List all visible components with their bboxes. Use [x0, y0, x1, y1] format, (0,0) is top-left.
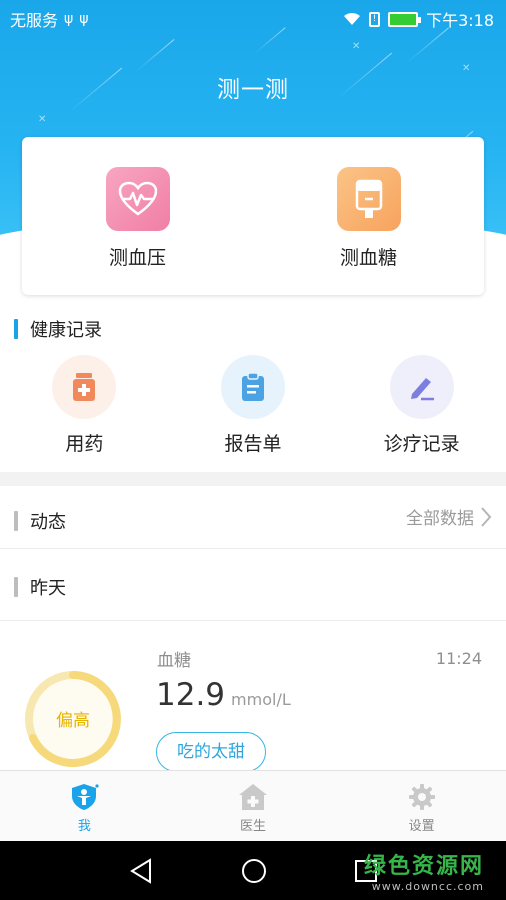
sim-alert-icon: !	[369, 11, 381, 27]
health-records-title: 健康记录	[30, 320, 102, 341]
edit-pen-icon	[389, 355, 454, 419]
medicine-bottle-icon	[52, 355, 117, 419]
record-diagnosis-button[interactable]: 诊疗记录	[337, 355, 506, 456]
reading-unit: mmol/L	[231, 690, 291, 709]
health-records-heading: 健康记录	[14, 316, 102, 342]
glucose-meter-icon	[336, 167, 401, 231]
carrier-text: 无服务	[10, 11, 59, 30]
record-report-label: 报告单	[224, 433, 282, 455]
bottom-tab-bar: 我 医生 设置	[0, 770, 506, 841]
measure-card: 测血压 测血糖	[22, 137, 484, 295]
feed-title: 动态	[30, 512, 66, 533]
heart-rate-icon	[105, 167, 170, 231]
measure-blood-pressure-button[interactable]: 测血压	[22, 137, 253, 295]
measure-blood-pressure-label: 测血压	[108, 247, 166, 269]
reading-note-tag[interactable]: 吃的太甜	[156, 732, 266, 772]
usb-icon: ψ	[64, 11, 74, 27]
usb-icon: ψ	[79, 11, 89, 27]
home-icon[interactable]	[240, 857, 268, 885]
page-title: 测一测	[217, 77, 289, 103]
measure-blood-glucose-label: 测血糖	[339, 247, 397, 269]
see-all-label: 全部数据	[406, 509, 474, 529]
wifi-icon	[344, 12, 361, 25]
measure-blood-glucose-button[interactable]: 测血糖	[253, 137, 484, 295]
section-marker	[14, 577, 18, 597]
tab-settings-label: 设置	[408, 819, 435, 834]
back-icon[interactable]	[128, 857, 154, 885]
person-shield-icon	[72, 784, 99, 810]
section-marker	[14, 511, 18, 531]
watermark-title: 绿色资源网	[363, 854, 484, 879]
tab-me-label: 我	[77, 819, 91, 834]
record-report-button[interactable]: 报告单	[169, 355, 338, 456]
divider	[0, 620, 506, 621]
section-marker	[14, 319, 18, 339]
reading-value: 12.9	[156, 677, 226, 713]
status-label: 偏高	[56, 711, 90, 731]
watermark: 绿色资源网 www.downcc.com	[364, 848, 484, 893]
see-all-data-link[interactable]: 全部数据	[406, 504, 492, 529]
reading-type: 血糖	[157, 651, 191, 671]
record-medication-button[interactable]: 用药	[0, 355, 169, 456]
gear-icon	[408, 784, 435, 810]
hospital-icon	[238, 784, 267, 810]
health-records-list: 用药 报告单 诊疗记录	[0, 355, 506, 456]
reading-value-row: 12.9 mmol/L	[156, 677, 291, 713]
status-bar: 无服务 ψ ψ ! 下午3:18	[0, 0, 506, 34]
clock: 下午3:18	[426, 11, 494, 30]
tab-doctor-label: 医生	[239, 819, 266, 834]
date-group-label: 昨天	[30, 578, 66, 599]
feed-heading: 动态	[14, 508, 66, 534]
watermark-url: www.downcc.com	[371, 880, 484, 893]
divider	[0, 548, 506, 549]
tab-settings[interactable]: 设置	[337, 771, 506, 841]
chevron-right-icon	[481, 506, 492, 527]
tab-me[interactable]: 我	[0, 771, 169, 841]
record-medication-label: 用药	[65, 433, 104, 455]
reading-time: 11:24	[435, 649, 482, 668]
record-diagnosis-label: 诊疗记录	[383, 433, 460, 455]
date-group-heading: 昨天	[14, 574, 66, 600]
tab-doctor[interactable]: 医生	[169, 771, 338, 841]
clipboard-icon	[220, 355, 285, 419]
battery-icon	[388, 11, 422, 27]
section-divider	[0, 472, 506, 486]
